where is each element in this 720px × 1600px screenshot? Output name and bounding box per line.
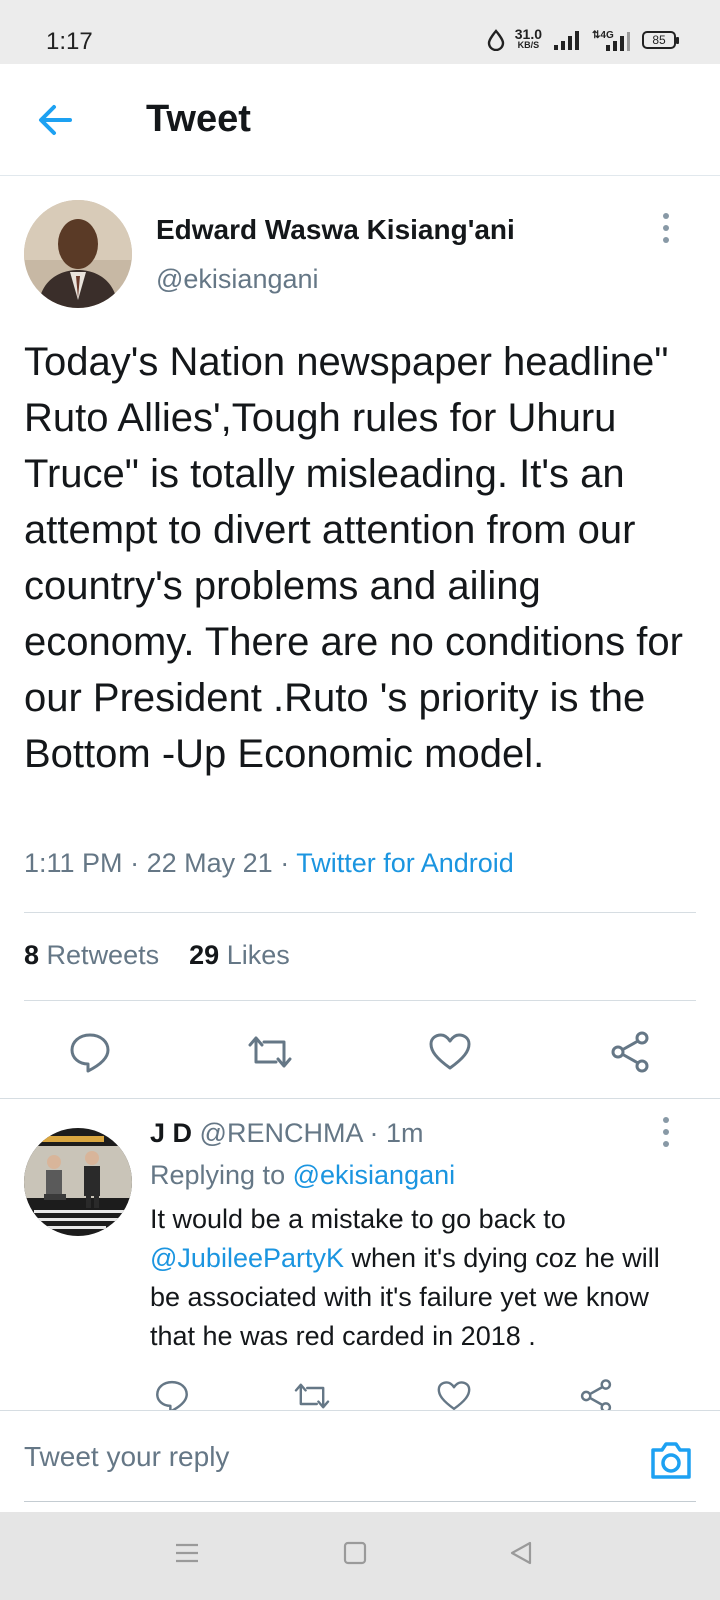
menu-icon[interactable]: [174, 1540, 200, 1566]
data-saver-icon: [487, 29, 504, 51]
divider: [0, 1098, 720, 1099]
reply-text: It would be a mistake to go back to @Jub…: [150, 1204, 660, 1351]
reply-icon[interactable]: [68, 1030, 112, 1074]
camera-icon[interactable]: [648, 1437, 694, 1483]
author-name[interactable]: Edward Waswa Kisiang'ani: [156, 214, 515, 246]
back-icon[interactable]: [508, 1540, 534, 1566]
status-icons: 31.0 KB/S ⇅4G 85: [487, 26, 679, 52]
heart-icon[interactable]: [428, 1032, 472, 1072]
status-bar: 1:17 31.0 KB/S ⇅4G 85: [0, 0, 720, 64]
retweets-stat[interactable]: 8 Retweets: [24, 940, 159, 970]
divider: [24, 912, 696, 913]
system-nav-bar: [0, 1512, 720, 1600]
net-speed: 31.0 KB/S: [514, 26, 542, 50]
reply-author-handle[interactable]: @RENCHMA: [200, 1118, 362, 1148]
divider: [24, 1000, 696, 1001]
input-underline: [24, 1501, 696, 1502]
signal-icon: [554, 31, 579, 50]
reply-avatar[interactable]: [24, 1128, 132, 1236]
reply-header: J D @RENCHMA · 1m: [150, 1118, 424, 1148]
reply-age: 1m: [386, 1118, 424, 1148]
back-arrow-icon[interactable]: [36, 100, 76, 140]
author-photo: [24, 200, 132, 308]
share-icon[interactable]: [608, 1030, 652, 1074]
status-time: 1:17: [46, 28, 93, 55]
reply-photo: [24, 1128, 132, 1236]
reply-composer: Tweet your reply: [0, 1410, 720, 1514]
svg-text:⇅4G: ⇅4G: [592, 30, 614, 41]
more-vertical-icon[interactable]: [656, 208, 676, 248]
battery-icon: 85: [642, 31, 679, 49]
author-avatar[interactable]: [24, 200, 132, 308]
tweet-timestamp: 1:11 PM · 22 May 21 · Twitter for Androi…: [24, 848, 514, 878]
retweet-icon[interactable]: [292, 1380, 332, 1412]
tweet-source-link[interactable]: Twitter for Android: [296, 848, 514, 878]
signal-4g-icon: ⇅4G: [592, 30, 630, 51]
share-icon[interactable]: [578, 1378, 614, 1414]
page-title: Tweet: [146, 98, 251, 140]
reply-author-name[interactable]: J D: [150, 1118, 192, 1148]
replying-to-handle[interactable]: @ekisiangani: [293, 1160, 456, 1190]
tweet-stats: 8 Retweets 29 Likes: [24, 940, 290, 971]
tweet-text: Today's Nation newspaper headline" Ruto …: [24, 340, 683, 776]
heart-icon[interactable]: [436, 1380, 472, 1412]
likes-stat[interactable]: 29 Likes: [189, 940, 290, 970]
reply-icon[interactable]: [154, 1378, 190, 1414]
retweet-icon[interactable]: [246, 1032, 294, 1072]
home-icon[interactable]: [342, 1540, 368, 1566]
author-handle[interactable]: @ekisiangani: [156, 264, 319, 295]
replying-to: Replying to @ekisiangani: [150, 1160, 456, 1190]
reply-input[interactable]: Tweet your reply: [24, 1441, 229, 1473]
app-bar: Tweet: [0, 64, 720, 176]
more-vertical-icon[interactable]: [656, 1112, 676, 1152]
mention-link[interactable]: @JubileePartyK: [150, 1243, 344, 1273]
